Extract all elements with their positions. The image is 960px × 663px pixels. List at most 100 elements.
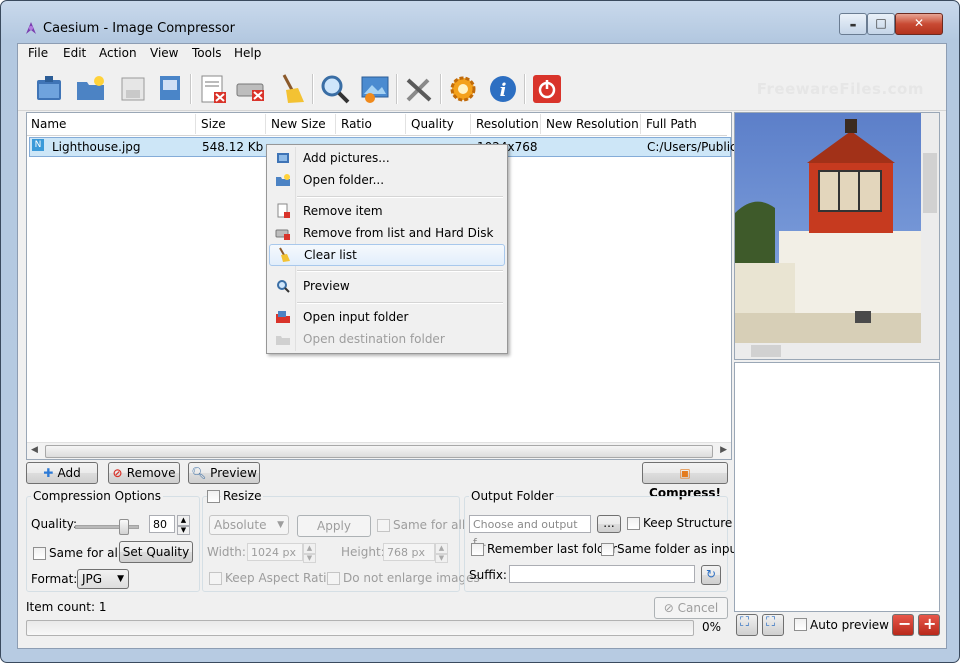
menu-help[interactable]: Help: [234, 46, 261, 60]
column-divider: [335, 114, 336, 134]
cancel-button[interactable]: ⊘ Cancel: [654, 597, 728, 619]
menu-remove-item[interactable]: Remove item: [269, 201, 503, 221]
menu-preview[interactable]: Preview: [269, 276, 503, 296]
quality-spinner[interactable]: ▲ ▼: [177, 515, 190, 535]
menu-view[interactable]: View: [150, 46, 178, 60]
slider-thumb[interactable]: [119, 519, 129, 535]
remember-folder-checkbox[interactable]: [471, 543, 484, 556]
clear-list-icon: [282, 74, 304, 103]
save-as-button[interactable]: [152, 72, 186, 106]
close-button[interactable]: ✕: [895, 13, 943, 35]
remove-button[interactable]: ⊘ Remove: [108, 462, 180, 484]
add-button[interactable]: ✚ Add: [26, 462, 98, 484]
col-ratio[interactable]: Ratio: [341, 117, 372, 131]
tools-button[interactable]: [402, 72, 436, 106]
open-destination-folder-icon: [276, 336, 290, 345]
menu-open-input-folder[interactable]: Open input folder: [269, 307, 503, 327]
scroll-right-icon[interactable]: ▶: [720, 445, 727, 455]
quality-slider[interactable]: [75, 519, 139, 535]
open-folder-button[interactable]: [74, 72, 108, 106]
preview-scrollbar-thumb[interactable]: [923, 153, 937, 213]
resize-checkbox[interactable]: [207, 490, 220, 503]
maximize-button[interactable]: □: [867, 13, 895, 35]
exit-button[interactable]: [530, 72, 564, 106]
menu-action[interactable]: Action: [99, 46, 137, 60]
add-pictures-icon: [277, 153, 289, 163]
preview-hscrollbar-thumb[interactable]: [751, 345, 781, 357]
preview-button[interactable]: [318, 72, 352, 106]
options-button[interactable]: [446, 72, 480, 106]
same-for-all-checkbox[interactable]: [33, 547, 46, 560]
browse-button[interactable]: ...: [597, 515, 621, 533]
format-select[interactable]: JPG ▼: [77, 569, 129, 589]
horizontal-scrollbar[interactable]: ◀ ▶: [27, 442, 731, 459]
zoom-out-button[interactable]: −: [892, 614, 914, 636]
spin-up-icon[interactable]: ▲: [303, 543, 316, 554]
same-for-all-label: Same for all: [49, 546, 122, 560]
minimize-button[interactable]: ▬: [839, 13, 867, 35]
suffix-input[interactable]: [509, 565, 695, 583]
open-files-button[interactable]: [32, 72, 66, 106]
progress-text: 0%: [702, 620, 722, 634]
scroll-left-icon[interactable]: ◀: [31, 445, 38, 455]
image-settings-button[interactable]: [358, 72, 392, 106]
save-button[interactable]: [116, 72, 150, 106]
info-button[interactable]: i: [486, 72, 520, 106]
width-input[interactable]: 1024 px: [247, 543, 303, 561]
menu-edit[interactable]: Edit: [63, 46, 86, 60]
menu-add-pictures[interactable]: Add pictures...: [269, 148, 503, 168]
image-preview[interactable]: [734, 112, 940, 360]
quality-input[interactable]: 80: [149, 515, 175, 533]
menu-open-folder[interactable]: Open folder...: [269, 170, 503, 190]
compressed-preview[interactable]: [734, 362, 940, 612]
spin-up-icon[interactable]: ▲: [177, 515, 190, 526]
menu-open-destination-folder[interactable]: Open destination folder: [269, 329, 503, 349]
menu-clear-list[interactable]: Clear list: [269, 244, 505, 266]
zoom-actual-button[interactable]: ⛶: [762, 614, 784, 636]
col-quality[interactable]: Quality: [411, 117, 454, 131]
menu-file[interactable]: File: [28, 46, 48, 60]
resize-same-for-all-checkbox[interactable]: [377, 519, 390, 532]
title-bar[interactable]: Caesium - Image Compressor ▬ □ ✕: [1, 1, 959, 41]
col-resolution[interactable]: Resolution: [476, 117, 539, 131]
spin-down-icon[interactable]: ▼: [435, 554, 448, 563]
col-new-resolution[interactable]: New Resolution: [546, 117, 639, 131]
spin-down-icon[interactable]: ▼: [303, 554, 316, 563]
item-count: Item count: 1: [26, 600, 107, 614]
resize-same-for-all-label: Same for all: [393, 518, 466, 532]
spin-up-icon[interactable]: ▲: [435, 543, 448, 554]
set-quality-button[interactable]: Set Quality: [119, 541, 193, 563]
output-folder-input[interactable]: Choose and output f...: [469, 515, 591, 549]
same-folder-checkbox[interactable]: [601, 543, 614, 556]
scrollbar-thumb[interactable]: [45, 445, 713, 458]
refresh-icon: ↻: [705, 567, 717, 581]
zoom-fit-button[interactable]: ⛶: [736, 614, 758, 636]
col-name[interactable]: Name: [31, 117, 66, 131]
compress-button[interactable]: ▣ Compress!: [642, 462, 728, 500]
col-full-path[interactable]: Full Path: [646, 117, 697, 131]
col-size[interactable]: Size: [201, 117, 226, 131]
col-new-size[interactable]: New Size: [271, 117, 326, 131]
keep-structure-checkbox[interactable]: [627, 517, 640, 530]
resize-mode-select[interactable]: Absolute ▼: [209, 515, 289, 535]
remove-from-disk-button[interactable]: [234, 72, 268, 106]
height-spinner[interactable]: ▲ ▼: [435, 543, 448, 563]
spin-down-icon[interactable]: ▼: [177, 526, 190, 535]
width-spinner[interactable]: ▲ ▼: [303, 543, 316, 563]
refresh-suffix-button[interactable]: ↻: [701, 565, 721, 585]
preview-list-button[interactable]: 🔍︎ Preview: [188, 462, 260, 484]
remove-item-button[interactable]: [196, 72, 230, 106]
height-input[interactable]: 768 px: [383, 543, 435, 561]
apply-button[interactable]: Apply: [297, 515, 371, 537]
keep-aspect-checkbox[interactable]: [209, 572, 222, 585]
menu-remove-from-disk-label: Remove from list and Hard Disk: [303, 226, 494, 240]
plus-icon: ✚: [43, 466, 58, 480]
menu-remove-from-disk[interactable]: Remove from list and Hard Disk: [269, 223, 503, 243]
menu-tools[interactable]: Tools: [192, 46, 222, 60]
auto-preview-checkbox[interactable]: [794, 618, 807, 631]
toolbar-separator: [396, 74, 398, 104]
menu-preview-label: Preview: [303, 279, 350, 293]
zoom-in-button[interactable]: +: [918, 614, 940, 636]
clear-list-button[interactable]: [274, 72, 308, 106]
no-enlarge-checkbox[interactable]: [327, 572, 340, 585]
